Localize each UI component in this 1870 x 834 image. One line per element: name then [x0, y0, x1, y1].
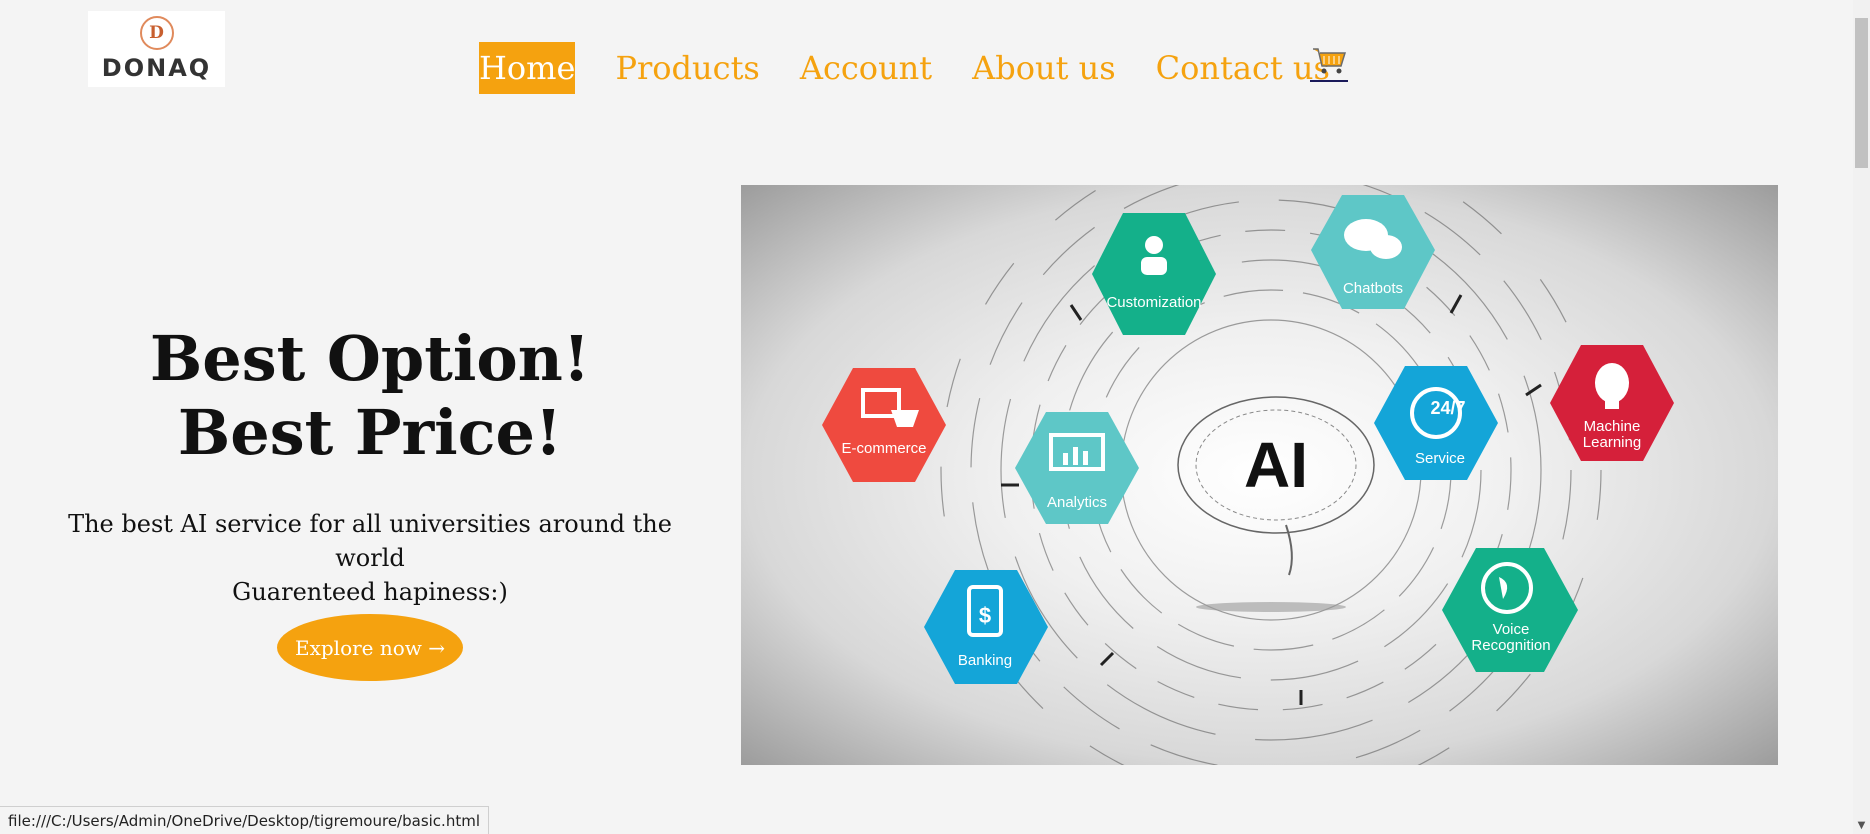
label-chatbots: Chatbots: [1343, 280, 1403, 297]
hex-chatbots: Chatbots: [1311, 195, 1435, 309]
explore-now-button[interactable]: Explore now →: [277, 614, 463, 681]
svg-text:$: $: [979, 603, 991, 628]
hex-customization: Customization: [1092, 213, 1216, 335]
tagline-line-1: The best AI service for all universities…: [68, 510, 672, 572]
scrollbar-thumb[interactable]: [1855, 18, 1868, 168]
label-learning: Learning: [1583, 434, 1641, 451]
logo-text: DONAQ: [101, 54, 212, 82]
nav-home[interactable]: Home: [479, 42, 576, 94]
label-service: Service: [1415, 450, 1465, 467]
hero-tagline: The best AI service for all universities…: [40, 507, 700, 609]
label-recognition: Recognition: [1471, 637, 1550, 654]
label-customization: Customization: [1106, 294, 1201, 311]
ai-services-image: AI Customization Chatbots E-commerce Ana…: [741, 185, 1778, 765]
nav-about-us[interactable]: About us: [972, 42, 1116, 94]
hex-banking: $ Banking: [924, 570, 1048, 684]
hex-voice-recognition: Voice Recognition: [1442, 548, 1578, 672]
hero-headline: Best Option! Best Price!: [90, 322, 650, 470]
logo[interactable]: D DONAQ: [88, 11, 225, 87]
status-bar-url: file:///C:/Users/Admin/OneDrive/Desktop/…: [0, 806, 489, 834]
headline-line-1: Best Option!: [149, 322, 591, 395]
label-ecommerce: E-commerce: [841, 440, 926, 457]
page: D DONAQ Home Products Account About us C…: [0, 0, 1870, 834]
main-nav: Home Products Account About us Contact u…: [479, 42, 1370, 94]
hex-machine-learning: Machine Learning: [1550, 345, 1674, 461]
cart-icon[interactable]: [1310, 44, 1348, 82]
label-analytics: Analytics: [1047, 494, 1107, 511]
cart-icon-graphic: [1313, 48, 1347, 74]
label-voice: Voice: [1493, 621, 1530, 638]
label-machine: Machine: [1584, 418, 1641, 435]
nav-products[interactable]: Products: [615, 42, 759, 94]
scroll-down-arrow-icon[interactable]: ▼: [1853, 817, 1870, 834]
headline-line-2: Best Price!: [177, 396, 563, 469]
ai-text: AI: [1244, 429, 1308, 501]
logo-mark: D: [139, 16, 174, 50]
nav-account[interactable]: Account: [800, 42, 932, 94]
ai-diagram: AI Customization Chatbots E-commerce Ana…: [822, 185, 1674, 765]
service-badge: 24/7: [1430, 398, 1465, 418]
label-banking: Banking: [958, 652, 1012, 669]
nav-contact-us[interactable]: Contact us: [1156, 42, 1330, 94]
vertical-scrollbar[interactable]: ▼: [1853, 0, 1870, 834]
tagline-line-2: Guarenteed hapiness:): [232, 578, 508, 606]
hex-ecommerce: E-commerce: [822, 368, 946, 482]
